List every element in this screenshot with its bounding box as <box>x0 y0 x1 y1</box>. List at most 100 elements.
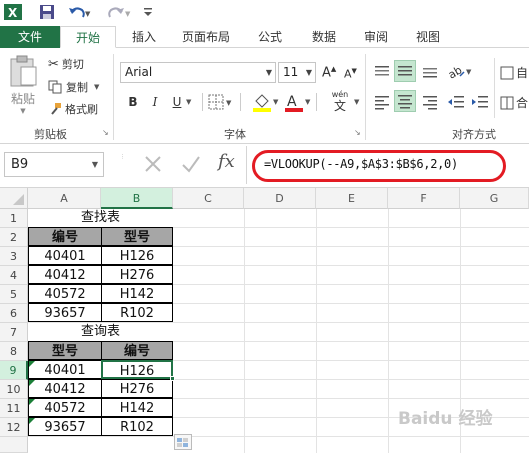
redo-icon[interactable]: ▼ <box>106 3 132 21</box>
tab-page-layout[interactable]: 页面布局 <box>176 26 236 48</box>
row-header[interactable]: 8 <box>0 342 28 361</box>
italic-button[interactable]: I <box>146 93 164 111</box>
table-cell[interactable]: H142 <box>101 284 173 303</box>
column-header-f[interactable]: F <box>388 188 460 209</box>
copy-button[interactable]: 复制 ▼ <box>48 78 99 96</box>
align-center-icon[interactable] <box>394 90 416 112</box>
fill-handle[interactable] <box>170 376 175 381</box>
borders-icon[interactable]: ▼ <box>208 94 234 113</box>
dialog-launcher-icon[interactable]: ↘ <box>102 128 109 137</box>
column-header-a[interactable]: A <box>28 188 101 209</box>
merge-center-button[interactable]: 合 <box>500 94 528 111</box>
font-color-icon[interactable]: A ▼ <box>284 92 312 115</box>
lookup-table-title[interactable]: 查找表 <box>28 208 173 227</box>
table-cell[interactable]: H126 <box>101 246 173 265</box>
table-cell[interactable]: H276 <box>101 265 173 284</box>
row-header[interactable]: 12 <box>0 418 28 437</box>
align-top-icon[interactable] <box>372 62 392 82</box>
row-header[interactable]: 1 <box>0 209 28 228</box>
table-cell[interactable]: H142 <box>101 398 173 417</box>
font-size-box[interactable]: 11 ▼ <box>278 62 316 83</box>
font-group-label: 字体 <box>224 128 246 141</box>
column-header-c[interactable]: C <box>173 188 244 209</box>
copy-label: 复制 <box>66 81 88 94</box>
paste-label: 粘贴 <box>10 92 35 106</box>
table-cell[interactable]: R102 <box>101 417 173 436</box>
column-header-d[interactable]: D <box>244 188 316 209</box>
table-cell[interactable]: 40412 <box>28 265 102 284</box>
column-header-b[interactable]: B <box>101 188 173 209</box>
query-table-title[interactable]: 查询表 <box>28 322 173 341</box>
grow-font-icon[interactable]: A▲ <box>322 65 336 80</box>
row-header[interactable]: 3 <box>0 247 28 266</box>
svg-text:▼: ▼ <box>273 98 279 106</box>
tab-insert[interactable]: 插入 <box>124 26 164 48</box>
row-header[interactable] <box>0 437 28 453</box>
cut-button[interactable]: ✂ 剪切 <box>48 55 84 73</box>
name-box-value: B9 <box>11 157 29 172</box>
row-header[interactable]: 4 <box>0 266 28 285</box>
formula-input[interactable]: =VLOOKUP(--A9,$A$3:$B$6,2,0) <box>264 157 458 171</box>
row-header[interactable]: 2 <box>0 228 28 247</box>
chevron-down-icon[interactable]: ▼ <box>186 98 191 106</box>
chevron-down-icon[interactable]: ▼ <box>354 98 359 106</box>
table-header-cell[interactable]: 型号 <box>28 341 102 360</box>
column-header-e[interactable]: E <box>316 188 388 209</box>
clipboard-group-label: 剪贴板 <box>34 128 67 141</box>
increase-indent-icon[interactable] <box>470 92 490 112</box>
tab-formulas[interactable]: 公式 <box>252 26 288 48</box>
tab-data[interactable]: 数据 <box>306 26 342 48</box>
underline-button[interactable]: U <box>168 93 186 111</box>
shrink-font-icon[interactable]: A▼ <box>344 67 357 81</box>
table-cell[interactable]: 40572 <box>28 284 102 303</box>
table-cell[interactable]: H276 <box>101 379 173 398</box>
table-cell[interactable]: 93657 <box>28 417 102 436</box>
bold-button[interactable]: B <box>124 93 142 111</box>
tab-view[interactable]: 视图 <box>410 26 446 48</box>
name-box[interactable]: B9 ▼ <box>4 152 104 177</box>
insert-function-icon[interactable]: fx <box>218 151 235 172</box>
table-cell[interactable]: 93657 <box>28 303 102 322</box>
row-header[interactable]: 7 <box>0 323 28 342</box>
format-painter-button[interactable]: 格式刷 <box>48 100 98 118</box>
table-cell[interactable]: 40401 <box>28 246 102 265</box>
fill-color-icon[interactable]: ▼ <box>252 92 280 115</box>
table-cell[interactable]: 40412 <box>28 379 102 398</box>
row-header[interactable]: 9 <box>0 361 28 380</box>
tab-file[interactable]: 文件 <box>0 26 60 48</box>
align-left-icon[interactable] <box>372 92 392 112</box>
active-cell-b9[interactable]: H126 <box>101 360 173 379</box>
paste-button[interactable]: 粘贴 ▼ <box>6 54 40 116</box>
row-header[interactable]: 6 <box>0 304 28 323</box>
wrap-text-button[interactable]: 自 <box>500 64 528 81</box>
tab-review[interactable]: 审阅 <box>358 26 394 48</box>
table-cell[interactable]: 40401 <box>28 360 102 379</box>
column-header-g[interactable]: G <box>460 188 529 209</box>
phonetic-guide-button[interactable]: wén 文 <box>328 90 352 113</box>
undo-icon[interactable]: ▼ <box>66 3 92 21</box>
row-header[interactable]: 11 <box>0 399 28 418</box>
save-icon[interactable] <box>38 3 56 21</box>
align-middle-icon[interactable] <box>394 60 416 82</box>
customize-quick-access-icon[interactable] <box>142 3 154 21</box>
cancel-formula-icon[interactable] <box>142 153 164 178</box>
tab-home[interactable]: 开始 <box>60 26 116 48</box>
dialog-launcher-icon[interactable]: ↘ <box>354 128 361 137</box>
ribbon: 粘贴 ▼ ✂ 剪切 复制 ▼ 格式刷 剪贴板 ↘ Arial ▼ 11 ▼ A▲… <box>0 48 529 144</box>
font-name-box[interactable]: Arial ▼ <box>120 62 276 83</box>
align-bottom-icon[interactable] <box>420 62 440 82</box>
table-header-cell[interactable]: 编号 <box>101 341 173 360</box>
table-cell[interactable]: 40572 <box>28 398 102 417</box>
table-cell[interactable]: R102 <box>101 303 173 322</box>
align-right-icon[interactable] <box>420 92 440 112</box>
table-header-cell[interactable]: 型号 <box>101 227 173 246</box>
quick-analysis-icon[interactable] <box>174 434 192 450</box>
merge-label: 合 <box>516 96 529 110</box>
select-all-corner[interactable] <box>0 188 28 209</box>
row-header[interactable]: 10 <box>0 380 28 399</box>
table-header-cell[interactable]: 编号 <box>28 227 102 246</box>
row-header[interactable]: 5 <box>0 285 28 304</box>
decrease-indent-icon[interactable] <box>446 92 466 112</box>
orientation-icon[interactable]: ab ▼ <box>446 62 474 82</box>
enter-formula-icon[interactable] <box>180 153 202 178</box>
